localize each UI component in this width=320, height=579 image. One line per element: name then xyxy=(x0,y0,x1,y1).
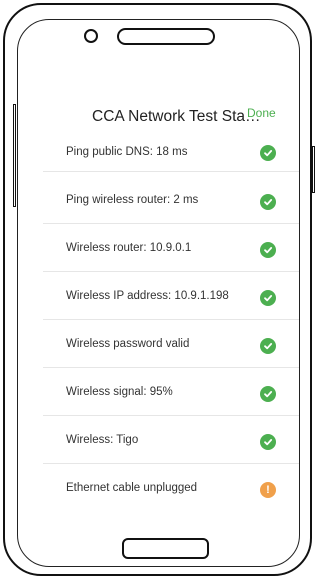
result-row: Ping wireless router: 2 ms xyxy=(20,176,299,224)
result-row: Wireless router: 10.9.0.1 xyxy=(20,224,299,272)
result-row: Ping public DNS: 18 ms xyxy=(20,132,299,172)
check-circle-icon xyxy=(260,386,276,402)
result-row: Wireless IP address: 10.9.1.198 xyxy=(20,272,299,320)
result-row: Wireless signal: 95% xyxy=(20,368,299,416)
warning-circle-icon: ! xyxy=(260,482,276,498)
check-circle-icon xyxy=(260,434,276,450)
check-circle-icon xyxy=(260,145,276,161)
check-circle-icon xyxy=(260,290,276,306)
page-title: CCA Network Test Sta… xyxy=(92,108,261,125)
result-label: Wireless signal: 95% xyxy=(66,386,173,398)
done-button[interactable]: Done xyxy=(247,106,276,120)
camera-icon xyxy=(84,29,98,43)
result-label: Ethernet cable unplugged xyxy=(66,482,198,494)
check-circle-icon xyxy=(260,338,276,354)
result-row: Wireless password valid xyxy=(20,320,299,368)
result-label: Wireless router: 10.9.0.1 xyxy=(66,242,192,254)
result-row: Wireless: Tigo xyxy=(20,416,299,464)
speaker-grille xyxy=(117,28,215,45)
result-label: Wireless: Tigo xyxy=(66,434,139,446)
nav-header: CCA Network Test Sta… Done xyxy=(20,100,300,132)
result-label: Wireless IP address: 10.9.1.198 xyxy=(66,290,229,302)
home-button[interactable] xyxy=(122,538,209,559)
result-label: Wireless password valid xyxy=(66,338,190,350)
row-divider xyxy=(43,171,299,172)
result-row: Ethernet cable unplugged! xyxy=(20,464,299,512)
phone-side-button-right xyxy=(312,146,315,193)
result-label: Ping public DNS: 18 ms xyxy=(66,146,188,158)
check-circle-icon xyxy=(260,194,276,210)
phone-side-button-left xyxy=(13,104,16,207)
result-label: Ping wireless router: 2 ms xyxy=(66,194,199,206)
check-circle-icon xyxy=(260,242,276,258)
